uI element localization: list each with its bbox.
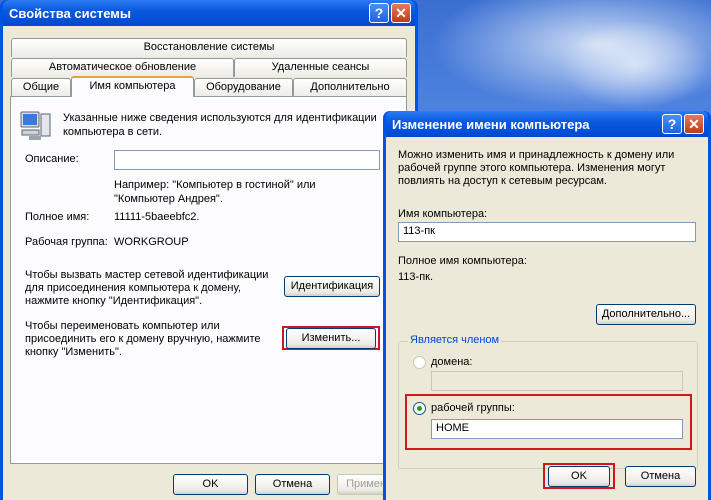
close-icon[interactable]: ✕	[391, 3, 411, 23]
dialog-cancel-button[interactable]: Отмена	[625, 466, 696, 487]
more-button[interactable]: Дополнительно...	[596, 304, 696, 325]
full-name-value: 11111-5baeebfc2.	[114, 211, 200, 223]
rename-dialog-titlebar[interactable]: Изменение имени компьютера ? ✕	[386, 111, 708, 137]
description-label: Описание:	[25, 153, 79, 165]
system-properties-window: Свойства системы ? ✕ Восстановление сист…	[0, 0, 418, 500]
intro-text: Указанные ниже сведения используются для…	[63, 112, 377, 138]
tab-system-restore[interactable]: Восстановление системы	[11, 38, 407, 57]
system-properties-client: Восстановление системы Автоматическое об…	[3, 26, 415, 500]
rename-text: Чтобы переименовать компьютер или присое…	[25, 320, 261, 358]
computer-icon	[20, 111, 51, 140]
workgroup-label: Рабочая группа:	[25, 236, 108, 248]
system-properties-titlebar[interactable]: Свойства системы ? ✕	[3, 0, 415, 26]
dialog-title: Изменение имени компьютера	[392, 116, 590, 132]
tab-advanced[interactable]: Дополнительно	[293, 78, 407, 97]
full-computer-name-value: 113-пк.	[398, 271, 434, 283]
workgroup-input[interactable]: HOME	[431, 419, 683, 439]
member-of-title: Является членом	[408, 334, 502, 346]
domain-label: домена:	[431, 356, 473, 368]
workgroup-radio[interactable]	[413, 402, 426, 415]
tab-general[interactable]: Общие	[11, 78, 71, 97]
example-text: Например: "Компьютер в гостиной" или "Ко…	[114, 179, 316, 205]
ok-button[interactable]: OK	[173, 474, 248, 495]
tab-hardware[interactable]: Оборудование	[194, 78, 293, 97]
cancel-button[interactable]: Отмена	[255, 474, 330, 495]
wizard-text: Чтобы вызвать мастер сетевой идентификац…	[25, 269, 269, 307]
full-computer-name-label: Полное имя компьютера:	[398, 255, 527, 267]
desktop-cloud	[560, 20, 711, 110]
dialog-intro: Можно изменить имя и принадлежность к до…	[398, 149, 675, 187]
tab-automatic-updates[interactable]: Автоматическое обновление	[11, 58, 234, 77]
identification-button[interactable]: Идентификация	[284, 276, 380, 297]
computer-name-input[interactable]: 113-пк	[398, 222, 696, 242]
workgroup-value: WORKGROUP	[114, 236, 189, 248]
tab-computer-name[interactable]: Имя компьютера	[71, 76, 194, 97]
close-icon[interactable]: ✕	[684, 114, 704, 134]
computer-name-label: Имя компьютера:	[398, 208, 488, 220]
help-icon[interactable]: ?	[369, 3, 389, 23]
window-title: Свойства системы	[9, 5, 131, 21]
domain-radio[interactable]	[413, 356, 426, 369]
rename-dialog-client: Можно изменить имя и принадлежность к до…	[386, 137, 708, 500]
full-name-label: Полное имя:	[25, 211, 90, 223]
tab-remote-sessions[interactable]: Удаленные сеансы	[234, 58, 407, 77]
workgroup-label: рабочей группы:	[431, 402, 515, 414]
description-input[interactable]	[114, 150, 380, 170]
change-button[interactable]: Изменить...	[286, 328, 376, 349]
help-icon[interactable]: ?	[662, 114, 682, 134]
rename-computer-dialog: Изменение имени компьютера ? ✕ Можно изм…	[383, 111, 711, 500]
dialog-ok-button[interactable]: OK	[548, 466, 610, 487]
domain-input[interactable]	[431, 371, 683, 391]
